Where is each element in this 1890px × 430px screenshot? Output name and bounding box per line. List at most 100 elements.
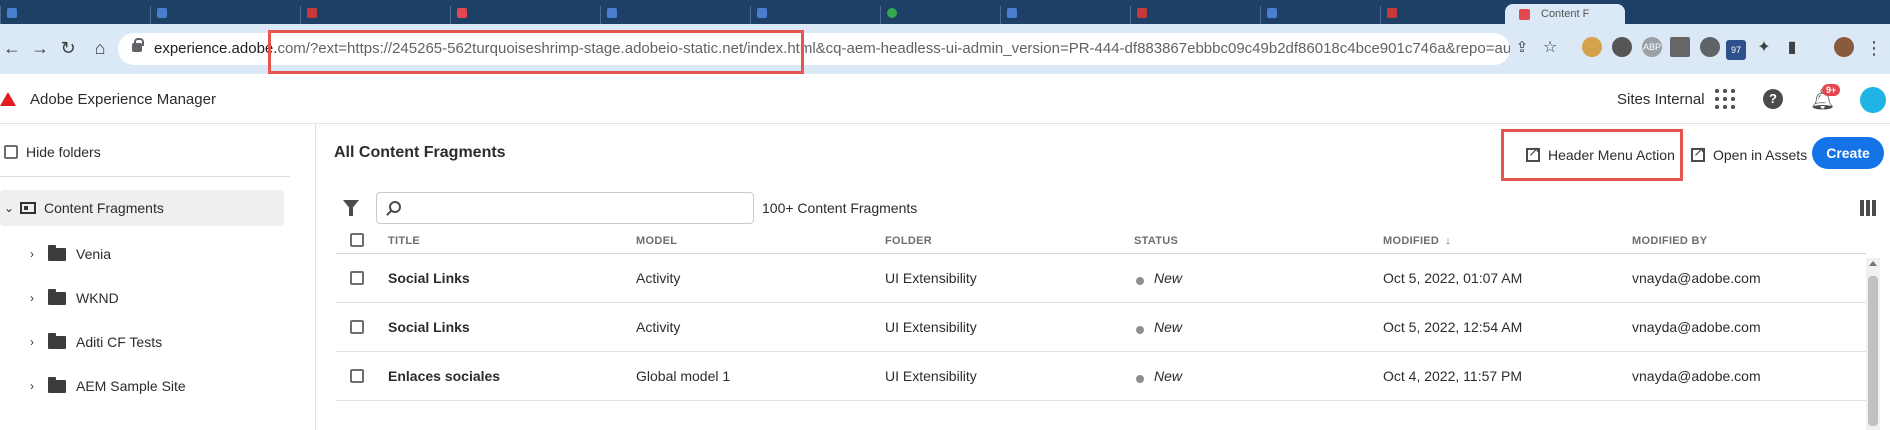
bookmark-star-icon[interactable]: ☆: [1538, 36, 1562, 60]
chevron-right-icon[interactable]: ›: [30, 291, 44, 305]
filter-icon[interactable]: [343, 200, 359, 216]
side-panel-icon[interactable]: ▮: [1780, 36, 1804, 60]
open-in-assets-button[interactable]: Open in Assets: [1691, 140, 1807, 170]
header-menu-action-label: Header Menu Action: [1548, 147, 1675, 163]
browser-tab[interactable]: [300, 6, 450, 24]
cell-modified: Oct 5, 2022, 01:07 AM: [1383, 270, 1523, 286]
browser-tab[interactable]: [0, 6, 150, 24]
status-dot-icon: [1136, 375, 1144, 383]
tree-item-wknd[interactable]: › WKND: [30, 280, 119, 316]
adobe-tab-icon: [1519, 9, 1530, 20]
column-header-folder[interactable]: FOLDER: [885, 235, 932, 247]
puzzle-extensions-icon[interactable]: ✦: [1752, 36, 1776, 60]
select-all-checkbox[interactable]: [350, 233, 364, 247]
browser-tab[interactable]: [1000, 6, 1150, 24]
url-host: experience.adobe.: [154, 40, 278, 57]
url-path: com/?ext=https://245265-562turquoiseshri…: [277, 40, 1510, 57]
qr-extension-icon[interactable]: [1670, 37, 1690, 57]
cell-status: New: [1154, 270, 1183, 286]
cell-title[interactable]: Social Links: [388, 319, 470, 335]
content-fragment-icon: [20, 202, 36, 214]
browser-tab[interactable]: [1130, 6, 1280, 24]
column-header-modified-label: MODIFIED: [1383, 235, 1440, 247]
scrollbar-thumb[interactable]: [1868, 276, 1878, 426]
browser-tab[interactable]: [750, 6, 900, 24]
table-row[interactable]: Social Links Activity UI Extensibility N…: [336, 303, 1866, 352]
user-avatar[interactable]: [1860, 87, 1886, 113]
scroll-up-arrow-icon[interactable]: [1869, 261, 1877, 266]
tree-item-label: Venia: [76, 246, 112, 262]
search-input[interactable]: [411, 197, 745, 219]
cell-folder: UI Extensibility: [885, 319, 977, 335]
app-header: Adobe Experience Manager Sites Internal …: [0, 74, 1890, 124]
tree-item-content-fragments[interactable]: ⌄ Content Fragments: [0, 190, 284, 226]
chevron-right-icon[interactable]: ›: [30, 335, 44, 349]
reload-icon[interactable]: ↻: [56, 36, 80, 60]
folder-icon: [48, 332, 66, 349]
counter-extension-icon[interactable]: 97: [1726, 40, 1746, 60]
tree-item-aem-sample-site[interactable]: › AEM Sample Site: [30, 368, 186, 404]
folder-icon: [48, 244, 66, 261]
hide-folders-toggle[interactable]: Hide folders: [4, 144, 101, 160]
lock-icon: [132, 38, 144, 52]
column-header-status[interactable]: STATUS: [1134, 235, 1178, 247]
extension-badge: 97: [1730, 45, 1741, 55]
cell-status: New: [1154, 368, 1183, 384]
chevron-right-icon[interactable]: ›: [30, 379, 44, 393]
browser-tab[interactable]: [450, 6, 600, 24]
tree-item-label: Content Fragments: [44, 200, 164, 216]
cell-status: New: [1154, 319, 1183, 335]
profile-avatar[interactable]: [1834, 37, 1854, 57]
sidebar-divider: [0, 176, 290, 177]
adobe-logo-icon[interactable]: [0, 92, 16, 106]
column-header-modified[interactable]: MODIFIED ↓: [1383, 235, 1451, 247]
browser-tab[interactable]: [150, 6, 300, 24]
extension-icon[interactable]: [1612, 37, 1632, 57]
cell-modified-by: vnayda@adobe.com: [1632, 270, 1761, 286]
tree-item-venia[interactable]: › Venia: [30, 236, 111, 272]
table-scrollbar[interactable]: [1866, 258, 1880, 430]
table-row[interactable]: Social Links Activity UI Extensibility N…: [336, 254, 1866, 303]
shield-extension-icon[interactable]: [1700, 37, 1720, 57]
hide-folders-label: Hide folders: [26, 144, 101, 160]
cell-model: Global model 1: [636, 368, 731, 384]
create-button[interactable]: Create: [1812, 137, 1884, 169]
forward-arrow-icon[interactable]: →: [28, 36, 52, 60]
adblock-extension-icon[interactable]: ABP: [1642, 37, 1662, 57]
header-menu-action-button[interactable]: Header Menu Action: [1526, 140, 1675, 170]
cell-modified-by: vnayda@adobe.com: [1632, 319, 1761, 335]
address-bar[interactable]: experience.adobe.com/?ext=https://245265…: [118, 33, 1510, 65]
cookie-extension-icon[interactable]: [1582, 37, 1602, 57]
chevron-down-icon[interactable]: ⌄: [4, 201, 14, 215]
search-field[interactable]: [376, 192, 754, 224]
cell-title[interactable]: Social Links: [388, 270, 470, 286]
browser-tab-active[interactable]: Content F: [1505, 4, 1625, 24]
folder-icon: [48, 376, 66, 393]
column-header-model[interactable]: MODEL: [636, 235, 677, 247]
column-settings-icon[interactable]: [1860, 200, 1876, 216]
cell-folder: UI Extensibility: [885, 270, 977, 286]
app-title[interactable]: Adobe Experience Manager: [30, 91, 216, 108]
row-checkbox[interactable]: [350, 369, 364, 383]
app-switcher-icon[interactable]: [1713, 87, 1737, 111]
back-arrow-icon[interactable]: ←: [0, 36, 24, 60]
browser-tab[interactable]: [600, 6, 750, 24]
tree-item-aditi-cf-tests[interactable]: › Aditi CF Tests: [30, 324, 162, 360]
column-header-modified-by[interactable]: MODIFIED BY: [1632, 235, 1707, 247]
hide-folders-checkbox[interactable]: [4, 145, 18, 159]
share-icon[interactable]: ⇪: [1510, 36, 1534, 60]
cell-modified: Oct 5, 2022, 12:54 AM: [1383, 319, 1523, 335]
cell-title[interactable]: Enlaces sociales: [388, 368, 500, 384]
row-checkbox[interactable]: [350, 271, 364, 285]
table-row[interactable]: Enlaces sociales Global model 1 UI Exten…: [336, 352, 1866, 401]
external-link-icon: [1691, 143, 1705, 162]
chevron-right-icon[interactable]: ›: [30, 247, 44, 261]
kebab-menu-icon[interactable]: ⋮: [1862, 36, 1886, 60]
home-icon[interactable]: ⌂: [88, 36, 112, 60]
search-icon: [389, 201, 401, 213]
row-checkbox[interactable]: [350, 320, 364, 334]
org-switcher[interactable]: Sites Internal: [1617, 91, 1705, 108]
help-icon[interactable]: ?: [1763, 89, 1783, 109]
sort-down-arrow-icon[interactable]: ↓: [1445, 235, 1451, 247]
column-header-title[interactable]: TITLE: [388, 235, 420, 247]
